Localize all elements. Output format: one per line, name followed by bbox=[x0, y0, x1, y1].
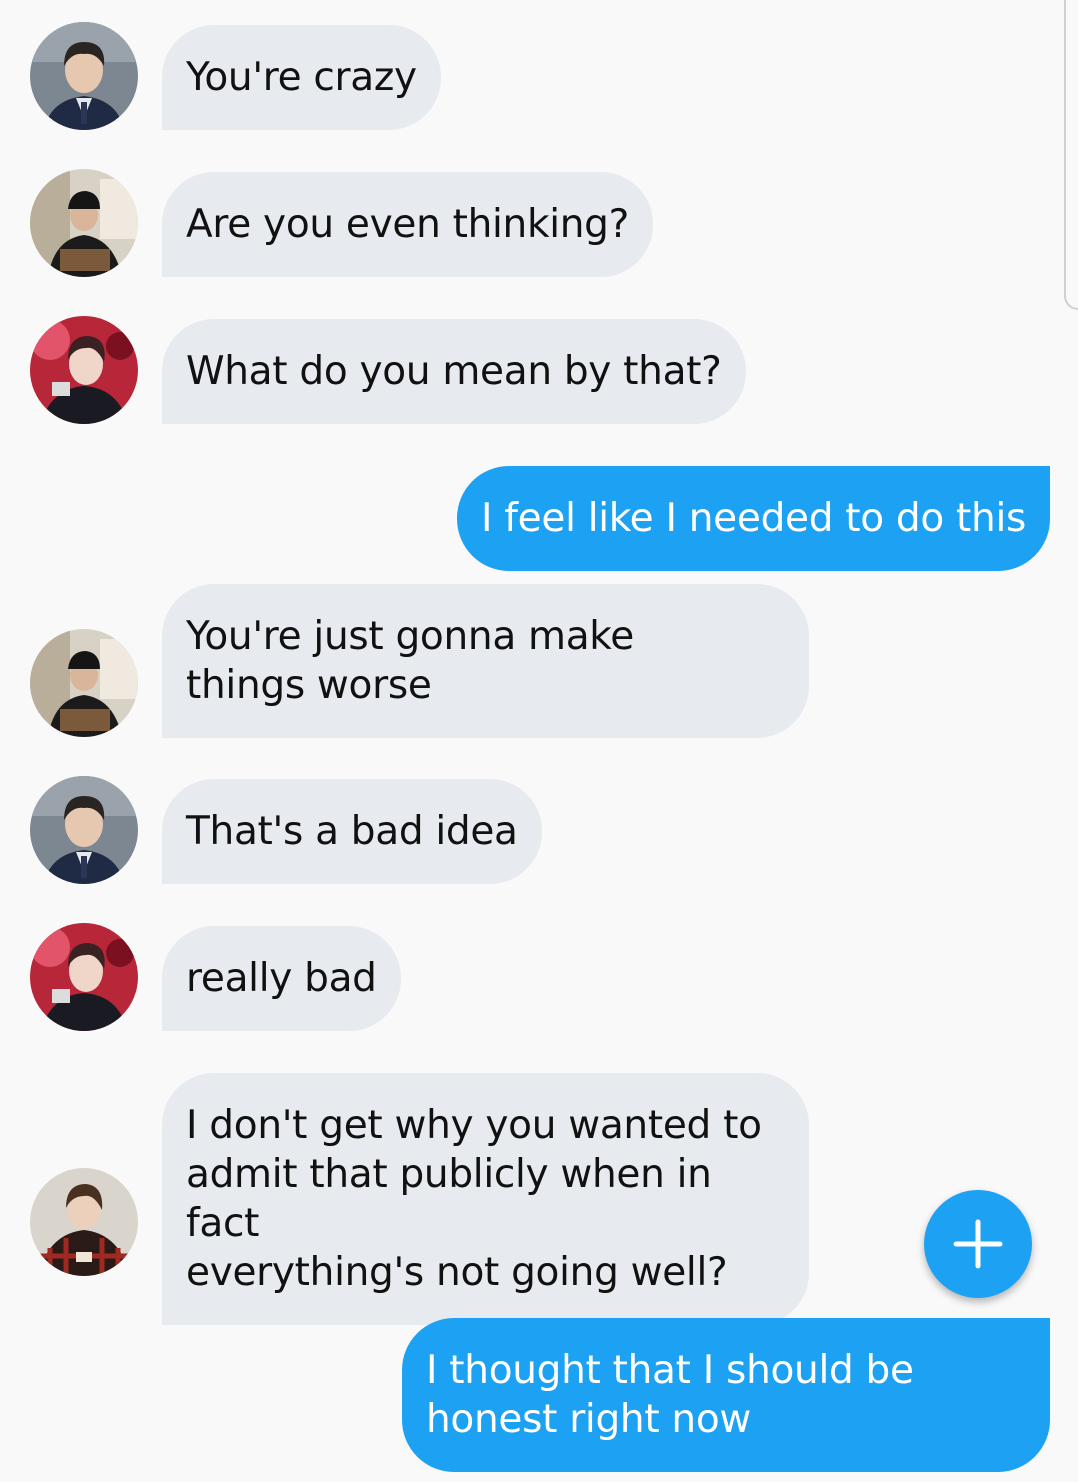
avatar[interactable] bbox=[30, 1168, 138, 1276]
chat-thread: You're crazy Are you even thinking? What… bbox=[0, 0, 1078, 1482]
message-bubble-incoming[interactable]: What do you mean by that? bbox=[162, 319, 746, 424]
avatar[interactable] bbox=[30, 316, 138, 424]
avatar-photo-suit-icon bbox=[30, 22, 138, 130]
avatar[interactable] bbox=[30, 923, 138, 1031]
avatar[interactable] bbox=[30, 776, 138, 884]
message-bubble-outgoing[interactable]: I thought that I should be honest right … bbox=[402, 1318, 1050, 1472]
avatar[interactable] bbox=[30, 22, 138, 130]
scrollbar[interactable] bbox=[1064, 0, 1078, 310]
avatar-photo-stage-icon bbox=[30, 923, 138, 1031]
message-bubble-outgoing[interactable]: I feel like I needed to do this bbox=[456, 466, 1050, 571]
avatar-photo-stage-icon bbox=[30, 316, 138, 424]
message-bubble-incoming[interactable]: really bad bbox=[162, 926, 401, 1031]
message-bubble-incoming[interactable]: Are you even thinking? bbox=[162, 172, 654, 277]
avatar-photo-plaid-icon bbox=[30, 1168, 138, 1276]
avatar[interactable] bbox=[30, 169, 138, 277]
message-bubble-incoming[interactable]: I don't get why you wanted to admit that… bbox=[162, 1073, 809, 1325]
avatar-photo-suit-icon bbox=[30, 776, 138, 884]
message-bubble-incoming[interactable]: That's a bad idea bbox=[162, 779, 542, 884]
avatar-photo-cap-icon bbox=[30, 629, 138, 737]
avatar-photo-cap-icon bbox=[30, 169, 138, 277]
compose-fab-button[interactable] bbox=[924, 1190, 1032, 1298]
message-bubble-incoming[interactable]: You're crazy bbox=[162, 25, 441, 130]
message-bubble-incoming[interactable]: You're just gonna make things worse bbox=[162, 584, 809, 738]
avatar[interactable] bbox=[30, 629, 138, 737]
plus-icon bbox=[953, 1219, 1003, 1269]
